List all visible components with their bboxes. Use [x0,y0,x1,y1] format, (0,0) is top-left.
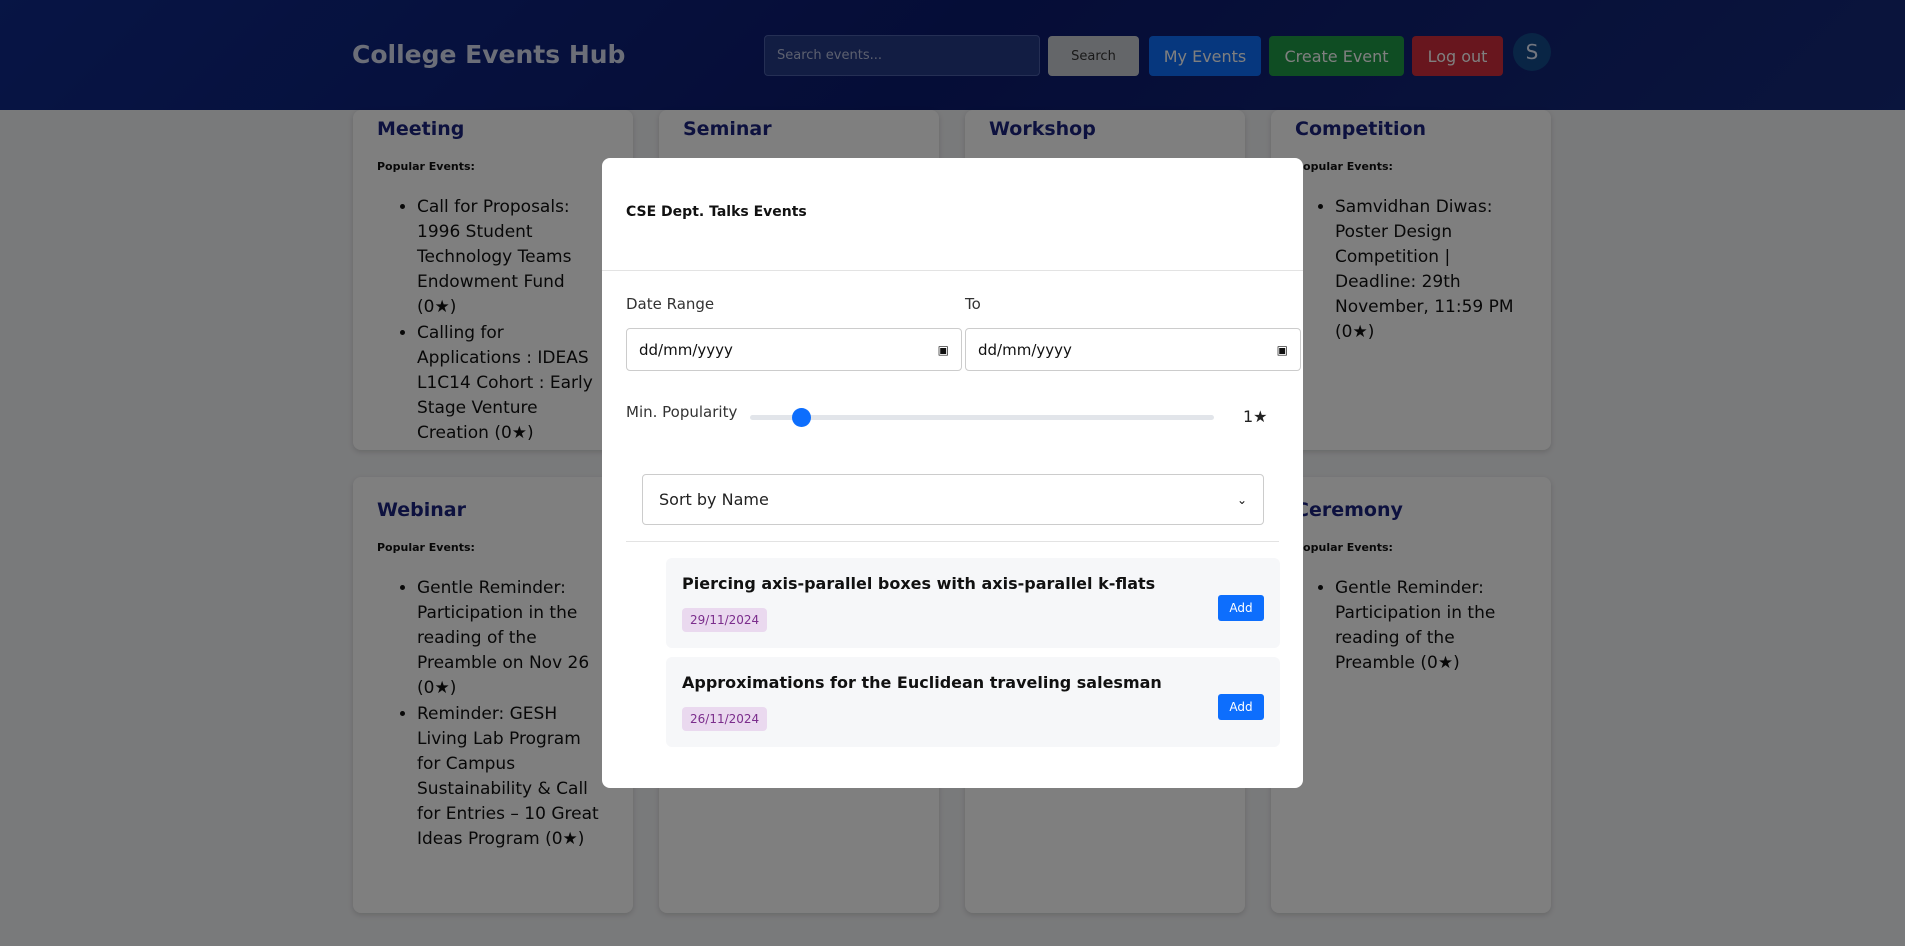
event-row: Piercing axis-parallel boxes with axis-p… [666,558,1280,648]
chevron-down-icon: ⌄ [1236,492,1247,507]
date-range-label: Date Range [626,295,715,313]
event-row: Approximations for the Euclidean traveli… [666,657,1280,747]
divider [602,270,1303,271]
to-label: To [965,295,981,313]
date-from-input[interactable]: dd/mm/yyyy ▣ [626,328,962,371]
event-date-badge: 26/11/2024 [682,707,768,731]
calendar-icon[interactable]: ▣ [938,343,949,357]
popularity-value: 1★ [1243,407,1268,426]
date-to-placeholder: dd/mm/yyyy [978,340,1072,359]
date-from-placeholder: dd/mm/yyyy [639,340,733,359]
event-date-badge: 29/11/2024 [682,608,768,632]
event-title: Approximations for the Euclidean traveli… [682,673,1162,692]
events-modal: CSE Dept. Talks Events Date Range To dd/… [602,158,1303,788]
modal-title: CSE Dept. Talks Events [626,204,807,220]
date-to-input[interactable]: dd/mm/yyyy ▣ [965,328,1301,371]
sort-select[interactable]: Sort by Name ⌄ [642,474,1264,525]
add-event-button[interactable]: Add [1218,694,1264,720]
event-title: Piercing axis-parallel boxes with axis-p… [682,574,1156,593]
popularity-slider-thumb[interactable] [792,408,811,427]
add-event-button[interactable]: Add [1218,595,1264,621]
divider [626,541,1279,542]
popularity-slider[interactable] [750,415,1214,420]
popularity-label: Min. Popularity [626,403,738,421]
sort-selected-value: Sort by Name [659,490,769,509]
calendar-icon[interactable]: ▣ [1277,343,1288,357]
